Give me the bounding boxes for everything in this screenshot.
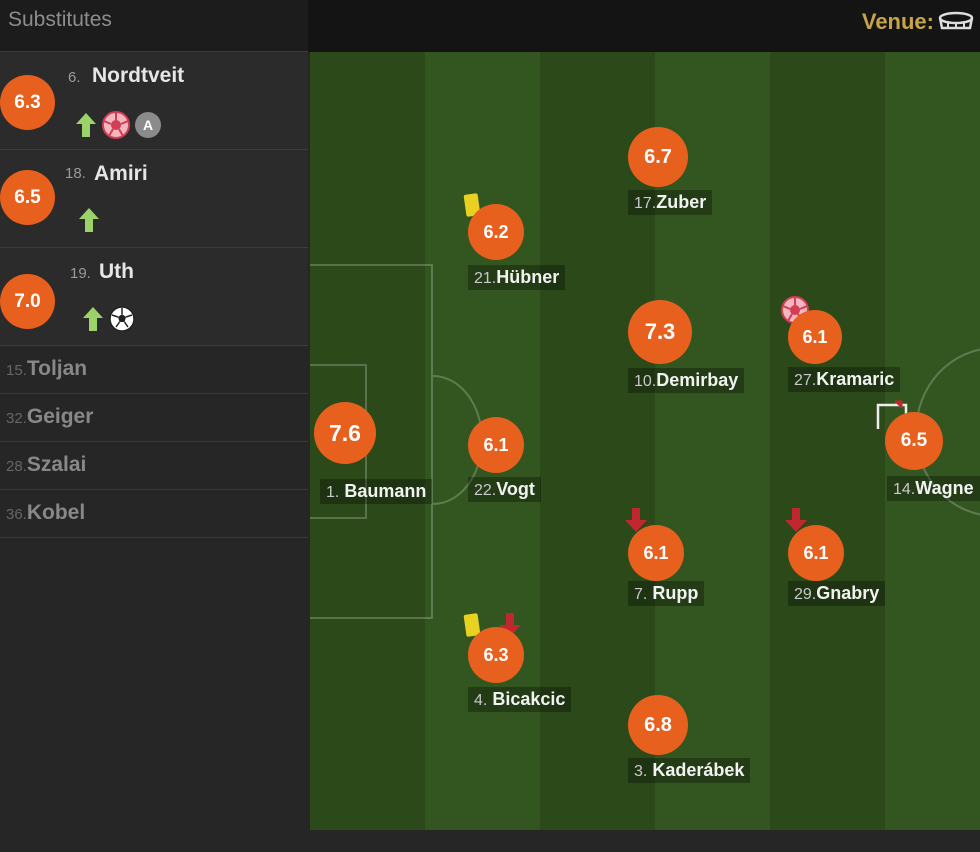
player-demirbay[interactable]: 7.3 10.Demirbay bbox=[628, 300, 778, 420]
stadium-icon bbox=[938, 11, 974, 30]
player-rating: 6.1 bbox=[628, 525, 684, 581]
player-label: 10.Demirbay bbox=[628, 368, 745, 393]
player-number: 21. bbox=[474, 270, 497, 287]
player-rating: 6.8 bbox=[628, 695, 688, 755]
player-name: Toljan bbox=[26, 357, 88, 380]
player-label: 22.Vogt bbox=[468, 477, 541, 502]
player-name: Bicakcic bbox=[492, 689, 566, 709]
player-number: 36. bbox=[6, 506, 27, 523]
player-rating: 6.2 bbox=[468, 204, 524, 260]
player-label: 4. Bicakcic bbox=[468, 687, 572, 712]
player-number: 4. bbox=[474, 692, 488, 709]
player-number: 29. bbox=[794, 586, 817, 603]
player-name: Szalai bbox=[26, 453, 87, 476]
formation-pitch: 7.6 1. Baumann 6.2 21.Hübner 6.1 22.Vogt… bbox=[310, 52, 980, 830]
player-name: Hübner bbox=[496, 267, 560, 287]
player-rating: 6.7 bbox=[628, 127, 688, 187]
assist-badge-icon: A bbox=[135, 112, 161, 138]
player-rating: 6.1 bbox=[468, 417, 524, 473]
player-name: Rupp bbox=[652, 583, 699, 603]
player-rating: 7.0 bbox=[0, 274, 55, 329]
player-name: Zuber bbox=[656, 192, 707, 212]
player-name: Uth bbox=[99, 260, 134, 283]
player-vogt[interactable]: 6.1 22.Vogt bbox=[468, 417, 618, 537]
sub-on-arrow-icon bbox=[79, 208, 99, 232]
player-kramaric[interactable]: 6.1 27.Kramaric bbox=[781, 296, 938, 417]
player-name: Kaderábek bbox=[652, 760, 745, 780]
sub-on-arrow-icon bbox=[76, 113, 96, 137]
player-name: Vogt bbox=[496, 479, 535, 499]
player-name: Kramaric bbox=[816, 369, 895, 389]
pitch-footer bbox=[308, 830, 980, 852]
goal-ball-icon bbox=[109, 306, 135, 332]
player-number: 14. bbox=[893, 481, 916, 498]
venue-bar: Venue: bbox=[308, 0, 980, 52]
player-label: 14.Wagne bbox=[887, 476, 980, 501]
player-label: 7. Rupp bbox=[628, 581, 705, 606]
player-label: 17.Zuber bbox=[628, 190, 713, 215]
player-label: 27.Kramaric bbox=[788, 367, 901, 392]
substitute-row-uth[interactable]: 7.0 19. Uth bbox=[0, 248, 308, 346]
player-rating: 6.1 bbox=[788, 310, 842, 364]
player-kaderabek[interactable]: 6.8 3. Kaderábek bbox=[628, 695, 778, 815]
player-number: 18. bbox=[65, 165, 86, 182]
player-number: 22. bbox=[474, 482, 497, 499]
player-name: Baumann bbox=[344, 481, 427, 501]
player-zuber[interactable]: 6.7 17.Zuber bbox=[628, 127, 778, 247]
player-label: 21.Hübner bbox=[468, 265, 566, 290]
player-rupp[interactable]: 6.1 7. Rupp bbox=[625, 507, 778, 627]
substitute-row-amiri[interactable]: 6.5 18. Amiri bbox=[0, 150, 308, 248]
player-name: Amiri bbox=[94, 162, 148, 185]
substitute-row-szalai[interactable]: 28.Szalai bbox=[0, 442, 308, 490]
player-number: 27. bbox=[794, 372, 817, 389]
venue-info: Venue: bbox=[862, 9, 974, 35]
player-name: Demirbay bbox=[656, 370, 739, 390]
player-hubner[interactable]: 6.2 21.Hübner bbox=[463, 192, 618, 312]
player-name: Gnabry bbox=[816, 583, 880, 603]
player-number: 10. bbox=[634, 373, 657, 390]
substitutes-panel: Substitutes 6.3 6. Nordtveit A 6.5 18. A… bbox=[0, 0, 308, 852]
player-number: 32. bbox=[6, 410, 27, 427]
player-bicakcic[interactable]: 6.3 4. Bicakcic bbox=[463, 612, 618, 732]
player-rating: 7.3 bbox=[628, 300, 692, 364]
substitute-row-nordtveit[interactable]: 6.3 6. Nordtveit A bbox=[0, 52, 308, 150]
substitute-row-kobel[interactable]: 36.Kobel bbox=[0, 490, 308, 538]
player-number: 6. bbox=[68, 69, 81, 86]
player-wagner[interactable]: 6.5 14.Wagne bbox=[876, 400, 980, 520]
player-name: Kobel bbox=[26, 501, 86, 524]
sub-on-arrow-icon bbox=[83, 307, 103, 331]
player-number: 28. bbox=[6, 458, 27, 475]
player-label: 3. Kaderábek bbox=[628, 758, 751, 783]
substitutes-title: Substitutes bbox=[0, 0, 308, 52]
player-number: 17. bbox=[634, 195, 657, 212]
player-name: Nordtveit bbox=[92, 64, 185, 87]
substitute-row-geiger[interactable]: 32.Geiger bbox=[0, 394, 308, 442]
player-number: 3. bbox=[634, 763, 648, 780]
player-rating: 6.5 bbox=[0, 170, 55, 225]
player-name: Wagne bbox=[915, 478, 974, 498]
player-number: 19. bbox=[70, 265, 91, 282]
player-number: 15. bbox=[6, 362, 27, 379]
player-name: Geiger bbox=[26, 405, 94, 428]
player-gnabry[interactable]: 6.1 29.Gnabry bbox=[785, 507, 938, 627]
player-baumann[interactable]: 7.6 1. Baumann bbox=[314, 402, 464, 522]
player-number: 1. bbox=[326, 484, 340, 501]
own-goal-ball-icon bbox=[102, 111, 130, 139]
player-number: 7. bbox=[634, 586, 648, 603]
substitute-row-toljan[interactable]: 15.Toljan bbox=[0, 346, 308, 394]
player-rating: 7.6 bbox=[314, 402, 376, 464]
player-label: 1. Baumann bbox=[320, 479, 433, 504]
player-rating: 6.1 bbox=[788, 525, 844, 581]
player-rating: 6.3 bbox=[0, 75, 55, 130]
player-rating: 6.5 bbox=[885, 412, 943, 470]
player-rating: 6.3 bbox=[468, 627, 524, 683]
player-label: 29.Gnabry bbox=[788, 581, 886, 606]
venue-label: Venue: bbox=[861, 9, 934, 34]
